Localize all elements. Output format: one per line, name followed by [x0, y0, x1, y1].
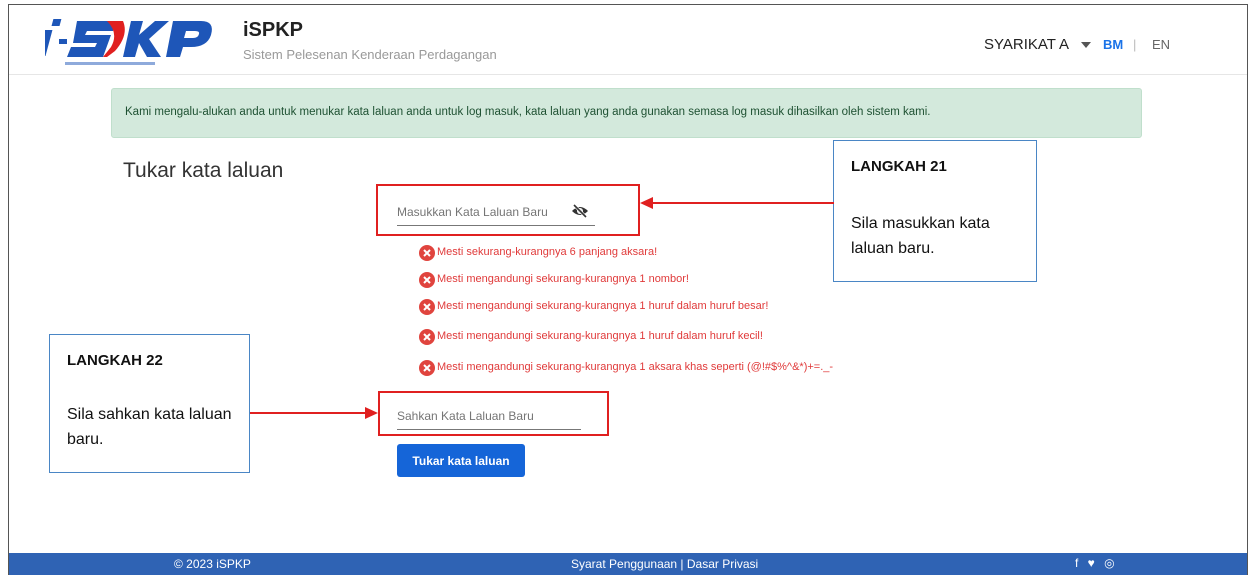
app-title: iSPKP — [243, 19, 304, 41]
footer-links[interactable]: Syarat Penggunaan | Dasar Privasi — [571, 557, 758, 571]
ispkp-logo[interactable] — [45, 13, 243, 71]
language-bm-link[interactable]: BM — [1103, 37, 1123, 52]
error-x-icon — [419, 299, 435, 315]
callout-step-title: LANGKAH 21 — [851, 158, 947, 175]
error-x-icon — [419, 272, 435, 288]
error-x-icon — [419, 360, 435, 376]
highlight-new-password — [376, 184, 640, 236]
page-title: Tukar kata laluan — [123, 159, 284, 182]
error-x-icon — [419, 245, 435, 261]
password-rule-text: Mesti mengandungi sekurang-kurangnya 1 n… — [437, 273, 689, 285]
password-rule-text: Mesti mengandungi sekurang-kurangnya 1 h… — [437, 330, 763, 342]
callout-step-22: LANGKAH 22 Sila sahkan kata laluan baru. — [49, 334, 250, 473]
footer-copyright: © 2023 iSPKP — [174, 557, 251, 571]
footer: © 2023 iSPKP Syarat Penggunaan | Dasar P… — [9, 553, 1247, 575]
password-rule-text: Mesti sekurang-kurangnya 6 panjang aksar… — [437, 246, 658, 258]
error-x-icon — [419, 329, 435, 345]
header: iSPKP Sistem Pelesenan Kenderaan Perdaga… — [9, 5, 1247, 75]
company-name[interactable]: SYARIKAT A — [984, 36, 1069, 53]
callout-step-desc: Sila sahkan kata laluan baru. — [67, 406, 232, 448]
password-rule-text: Mesti mengandungi sekurang-kurangnya 1 h… — [437, 300, 769, 312]
app-subtitle: Sistem Pelesenan Kenderaan Perdagangan — [243, 47, 497, 62]
change-password-button[interactable]: Tukar kata laluan — [397, 444, 525, 477]
callout-step-21: LANGKAH 21 Sila masukkan kata laluan bar… — [833, 140, 1037, 282]
info-alert: Kami mengalu-alukan anda untuk menukar k… — [111, 88, 1142, 138]
password-rule-text: Mesti mengandungi sekurang-kurangnya 1 a… — [437, 361, 834, 373]
arrow-right-icon — [250, 407, 378, 419]
social-icons[interactable]: f ♥ ◎ — [1075, 556, 1118, 570]
callout-step-title: LANGKAH 22 — [67, 352, 163, 369]
callout-step-desc: Sila masukkan kata laluan baru. — [851, 215, 990, 257]
highlight-confirm-password — [378, 391, 609, 436]
language-en-link[interactable]: EN — [1152, 37, 1170, 52]
chevron-down-icon[interactable] — [1081, 42, 1091, 48]
arrow-left-icon — [640, 197, 834, 209]
language-separator: | — [1133, 37, 1137, 52]
